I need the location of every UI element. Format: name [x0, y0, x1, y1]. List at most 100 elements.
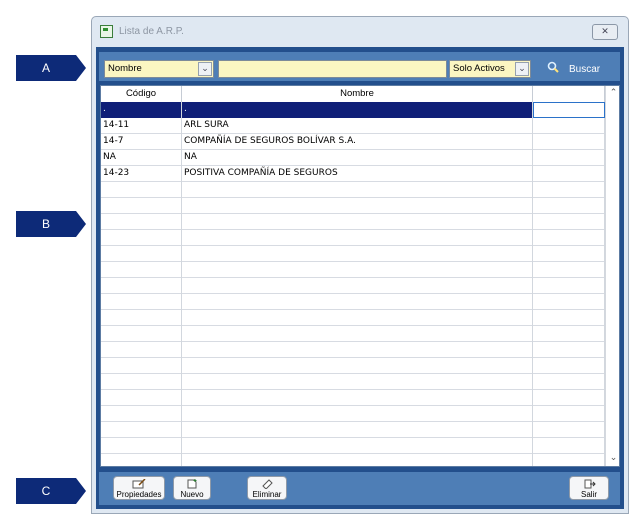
table-row[interactable]: 14-7 COMPAÑÍA DE SEGUROS BOLÍVAR S.A. [101, 134, 605, 150]
empty-cell [182, 438, 533, 454]
delete-button[interactable]: Eliminar [247, 476, 287, 500]
column-header-nombre[interactable]: Nombre [182, 86, 533, 102]
search-input[interactable] [218, 60, 447, 78]
empty-cell [533, 422, 605, 438]
table-row[interactable]: NA NA [101, 150, 605, 166]
empty-cell [101, 374, 182, 390]
table-row-empty[interactable] [101, 182, 605, 198]
empty-cell [182, 214, 533, 230]
cell-codigo: 14-7 [101, 134, 182, 150]
empty-cell [182, 374, 533, 390]
table-row-empty[interactable] [101, 278, 605, 294]
exit-button[interactable]: Salir [569, 476, 609, 500]
delete-label: Eliminar [252, 490, 282, 499]
cell-nombre: NA [182, 150, 533, 166]
empty-cell [101, 310, 182, 326]
empty-cell [182, 342, 533, 358]
callout-c: C [16, 478, 86, 504]
close-button[interactable]: ✕ [592, 24, 618, 40]
empty-cell [182, 198, 533, 214]
table-row-empty[interactable] [101, 358, 605, 374]
empty-cell [182, 454, 533, 466]
cell-extra[interactable] [533, 134, 605, 150]
table-row-empty[interactable] [101, 246, 605, 262]
cell-nombre: ARL SURA [182, 118, 533, 134]
table-row-empty[interactable] [101, 390, 605, 406]
empty-cell [101, 326, 182, 342]
search-button[interactable]: Buscar [569, 64, 600, 75]
chevron-down-icon[interactable]: ⌄ [515, 62, 529, 76]
table-row-empty[interactable] [101, 294, 605, 310]
chevron-down-icon[interactable]: ⌄ [608, 453, 619, 464]
table-row-empty[interactable] [101, 214, 605, 230]
empty-cell [101, 262, 182, 278]
empty-cell [101, 198, 182, 214]
status-filter-value: Solo Activos [453, 63, 505, 74]
empty-cell [533, 246, 605, 262]
table-row[interactable]: 14-11 ARL SURA [101, 118, 605, 134]
search-toolbar: Nombre ⌄ Solo Activos ⌄ Buscar [99, 52, 620, 81]
empty-cell [101, 438, 182, 454]
chevron-down-icon[interactable]: ⌄ [198, 62, 212, 76]
table-row[interactable]: . . [101, 102, 605, 118]
table-row-empty[interactable] [101, 374, 605, 390]
empty-cell [533, 214, 605, 230]
search-icon[interactable] [547, 61, 559, 73]
empty-cell [533, 310, 605, 326]
empty-cell [182, 246, 533, 262]
edit-properties-icon [132, 479, 146, 489]
field-select-value: Nombre [108, 63, 142, 74]
table-row-empty[interactable] [101, 262, 605, 278]
empty-cell [533, 294, 605, 310]
empty-cell [182, 182, 533, 198]
cell-nombre: POSITIVA COMPAÑÍA DE SEGUROS [182, 166, 533, 182]
cell-codigo: 14-11 [101, 118, 182, 134]
table-row[interactable]: 14-23 POSITIVA COMPAÑÍA DE SEGUROS [101, 166, 605, 182]
empty-cell [182, 262, 533, 278]
cell-extra[interactable] [533, 150, 605, 166]
empty-cell [533, 278, 605, 294]
empty-cell [182, 406, 533, 422]
table-row-empty[interactable] [101, 326, 605, 342]
status-filter-select[interactable]: Solo Activos ⌄ [449, 60, 531, 78]
table-row-empty[interactable] [101, 198, 605, 214]
empty-cell [182, 326, 533, 342]
table-row-empty[interactable] [101, 342, 605, 358]
chevron-up-icon[interactable]: ⌃ [608, 88, 619, 99]
app-icon [100, 25, 113, 38]
new-button[interactable]: Nuevo [173, 476, 211, 500]
empty-cell [182, 230, 533, 246]
empty-cell [101, 342, 182, 358]
cell-codigo: 14-23 [101, 166, 182, 182]
empty-cell [182, 278, 533, 294]
column-header-extra[interactable] [533, 86, 605, 102]
column-header-codigo[interactable]: Código [101, 86, 182, 102]
empty-cell [101, 454, 182, 466]
properties-button[interactable]: Propiedades [113, 476, 165, 500]
table-row-empty[interactable] [101, 454, 605, 466]
title-bar: Lista de A.R.P. ✕ [92, 17, 628, 47]
field-select[interactable]: Nombre ⌄ [104, 60, 214, 78]
exit-door-icon [584, 479, 596, 489]
table-header: Código Nombre [101, 86, 605, 103]
table-row-empty[interactable] [101, 438, 605, 454]
table-row-empty[interactable] [101, 230, 605, 246]
cell-extra[interactable] [533, 118, 605, 134]
empty-cell [101, 182, 182, 198]
eraser-icon [262, 479, 273, 489]
empty-cell [533, 198, 605, 214]
empty-cell [101, 230, 182, 246]
empty-cell [533, 262, 605, 278]
table-row-empty[interactable] [101, 422, 605, 438]
vertical-scrollbar[interactable]: ⌃ ⌄ [605, 86, 619, 466]
properties-label: Propiedades [116, 490, 162, 499]
empty-cell [533, 406, 605, 422]
table-row-empty[interactable] [101, 406, 605, 422]
window-title: Lista de A.R.P. [119, 26, 184, 37]
cell-extra[interactable] [533, 166, 605, 182]
cell-extra[interactable] [533, 102, 605, 118]
cell-nombre: . [182, 102, 533, 118]
new-label: Nuevo [180, 490, 204, 499]
table-row-empty[interactable] [101, 310, 605, 326]
empty-cell [533, 182, 605, 198]
